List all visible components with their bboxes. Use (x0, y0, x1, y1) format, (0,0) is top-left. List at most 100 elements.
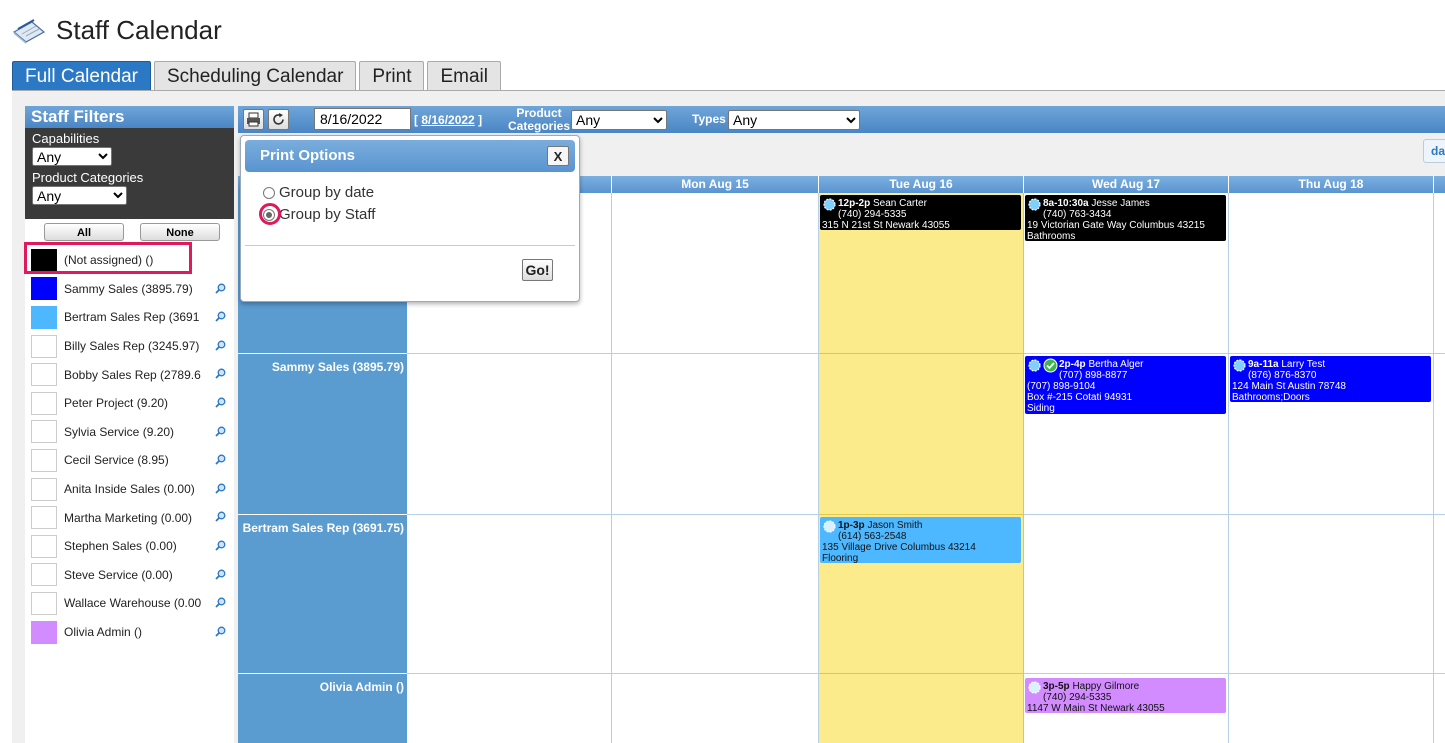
zoom-icon[interactable] (215, 311, 226, 322)
toolbar-product-categories-select[interactable]: Any (571, 110, 667, 130)
group-by-date-radio[interactable] (263, 186, 275, 199)
staff-item-peter-project[interactable]: Peter Project (9.20) (25, 389, 234, 418)
zoom-icon[interactable] (215, 283, 226, 294)
row-label-bertram-sales-rep: Bertram Sales Rep (3691.75) (238, 515, 407, 674)
zoom-icon[interactable] (215, 597, 226, 608)
calendar-cell[interactable] (612, 193, 819, 354)
capabilities-label: Capabilities (32, 131, 100, 146)
date-input[interactable] (314, 108, 411, 130)
calendar-cell[interactable] (612, 515, 819, 674)
types-select[interactable]: Any (728, 110, 860, 130)
staff-name: Wallace Warehouse (0.00 (64, 596, 202, 611)
select-none-button[interactable]: None (140, 223, 220, 241)
staff-name: Steve Service (0.00) (64, 567, 173, 582)
calendar-cell[interactable] (1024, 515, 1229, 674)
staff-name: Stephen Sales (0.00) (64, 539, 177, 554)
calendar-cell[interactable] (407, 354, 612, 515)
zoom-icon[interactable] (215, 426, 226, 437)
row-label-sammy-sales: Sammy Sales (3895.79) (238, 354, 407, 515)
today-date[interactable]: 8/16/2022 (421, 113, 474, 127)
calendar-cell[interactable] (1434, 354, 1445, 515)
zoom-icon[interactable] (215, 540, 226, 551)
starburst-icon (1028, 681, 1041, 694)
starburst-icon (1028, 359, 1041, 372)
staff-item-anita-inside-sales[interactable]: Anita Inside Sales (0.00) (25, 475, 234, 504)
starburst-icon (823, 198, 836, 211)
zoom-icon[interactable] (215, 454, 226, 465)
appointment-jason-smith[interactable]: 1p-3p Jason Smith (614) 563-2548 135 Vill… (820, 517, 1021, 563)
staff-color-swatch (31, 620, 57, 644)
staff-item-martha-marketing[interactable]: Martha Marketing (0.00) (25, 503, 234, 532)
staff-name: Olivia Admin () (64, 625, 143, 640)
product-categories-filter-label: Product Categories (507, 106, 571, 133)
zoom-icon[interactable] (215, 397, 226, 408)
staff-color-swatch (31, 305, 57, 329)
calendar-cell[interactable] (612, 674, 819, 743)
staff-name: Martha Marketing (0.00) (64, 510, 193, 525)
staff-name: Bobby Sales Rep (2789.6 (64, 367, 201, 382)
staff-name: Sylvia Service (9.20) (64, 424, 175, 439)
zoom-icon[interactable] (215, 368, 226, 380)
day-header-tue: Tue Aug 16 (819, 176, 1024, 193)
highlight-group-by-staff (259, 203, 281, 225)
zoom-icon[interactable] (215, 626, 226, 637)
group-by-staff-label: Group by Staff (279, 206, 376, 223)
calendar-cell[interactable] (1229, 515, 1434, 674)
print-options-dialog: Print Options X Group by date Group by S… (240, 135, 580, 302)
calendar-cell[interactable] (407, 515, 612, 674)
calendar-cell[interactable] (1434, 515, 1445, 674)
print-options-title: Print Options X (245, 140, 575, 172)
calendar-cell[interactable] (1229, 193, 1434, 354)
page-header: Staff Calendar (12, 12, 222, 48)
appointment-sean-carter[interactable]: 12p-2p Sean Carter (740) 294-5335 315 N 2… (820, 195, 1021, 230)
zoom-icon[interactable] (215, 483, 226, 494)
zoom-icon[interactable] (215, 340, 226, 351)
main-tabs: Full Calendar Scheduling Calendar Print … (12, 61, 504, 91)
print-button[interactable] (243, 109, 264, 130)
tab-print[interactable]: Print (359, 61, 425, 91)
appointment-jesse-james[interactable]: 8a-10:30a Jesse James (740) 763-3434 19 V… (1025, 195, 1226, 241)
go-button[interactable]: Go! (522, 259, 553, 281)
select-all-button[interactable]: All (44, 223, 124, 241)
appointment-bertha-alger[interactable]: 2p-4p Bertha Alger (707) 898-8877 (707) 8… (1025, 356, 1226, 414)
capabilities-select[interactable]: Any (32, 147, 112, 166)
today-link[interactable]: [ 8/16/2022 ] (414, 113, 482, 127)
tab-email[interactable]: Email (427, 61, 501, 91)
staff-color-swatch (31, 534, 57, 558)
zoom-icon[interactable] (215, 511, 226, 522)
staff-item-bertram-sales-rep[interactable]: Bertram Sales Rep (3691 (25, 303, 234, 332)
staff-item-stephen-sales[interactable]: Stephen Sales (0.00) (25, 532, 234, 561)
refresh-button[interactable] (268, 109, 289, 130)
highlight-not-assigned (24, 242, 192, 274)
staff-item-bobby-sales-rep[interactable]: Bobby Sales Rep (2789.6 (25, 360, 234, 389)
staff-color-swatch (31, 334, 57, 358)
close-button[interactable]: X (547, 146, 569, 166)
staff-color-swatch (31, 391, 57, 415)
product-categories-select[interactable]: Any (32, 186, 127, 205)
calendar-cell-today[interactable] (819, 354, 1024, 515)
tab-full-calendar[interactable]: Full Calendar (12, 61, 151, 91)
filter-controls: Capabilities Any Product Categories Any (25, 128, 234, 219)
staff-item-wallace-warehouse[interactable]: Wallace Warehouse (0.00 (25, 589, 234, 618)
appointment-larry-test[interactable]: 9a-11a Larry Test (876) 876-8370 124 Main… (1230, 356, 1431, 402)
staff-item-sammy-sales[interactable]: Sammy Sales (3895.79) (25, 275, 234, 304)
staff-item-billy-sales-rep[interactable]: Billy Sales Rep (3245.97) (25, 332, 234, 361)
tab-scheduling-calendar[interactable]: Scheduling Calendar (154, 61, 357, 91)
staff-item-olivia-admin[interactable]: Olivia Admin () (25, 618, 234, 647)
staff-item-cecil-service[interactable]: Cecil Service (8.95) (25, 446, 234, 475)
appointment-happy-gilmore[interactable]: 3p-5p Happy Gilmore (740) 294-5335 1147 W… (1025, 678, 1226, 713)
staff-item-sylvia-service[interactable]: Sylvia Service (9.20) (25, 418, 234, 447)
calendar-cell[interactable] (1229, 674, 1434, 743)
calendar-cell[interactable] (407, 674, 612, 743)
calendar-cell-today[interactable] (819, 674, 1024, 743)
calendar-cell[interactable] (1434, 193, 1445, 354)
day-header-thu: Thu Aug 18 (1229, 176, 1434, 193)
staff-item-steve-service[interactable]: Steve Service (0.00) (25, 561, 234, 590)
staff-color-swatch (31, 477, 57, 501)
day-view-button[interactable]: da (1423, 139, 1445, 163)
calendar-cell[interactable] (1434, 674, 1445, 743)
zoom-icon[interactable] (215, 569, 226, 580)
calendar-cell[interactable] (612, 354, 819, 515)
starburst-icon (823, 520, 836, 533)
group-by-date-option[interactable]: Group by date (263, 184, 374, 201)
